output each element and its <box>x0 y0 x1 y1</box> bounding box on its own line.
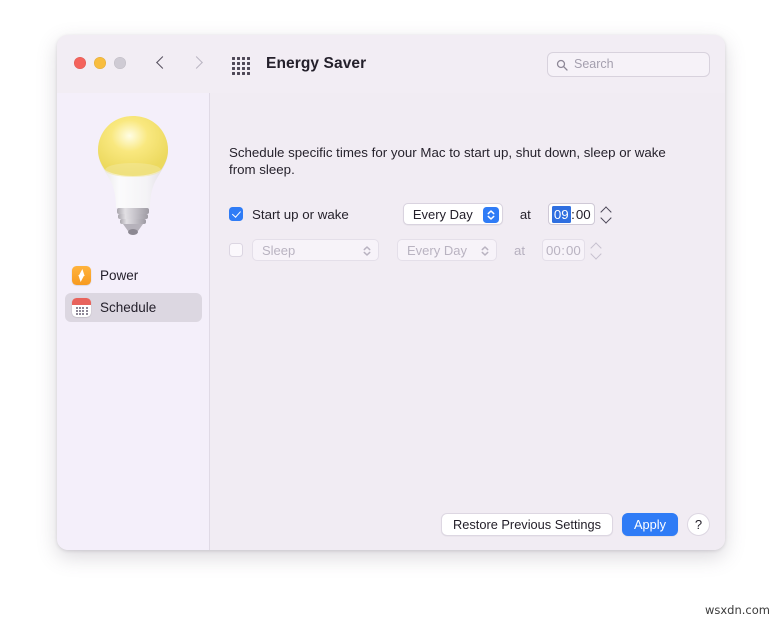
sidebar-item-label: Power <box>100 268 139 283</box>
power-bolt-icon <box>72 266 91 285</box>
footer-buttons: Restore Previous Settings Apply ? <box>441 513 710 536</box>
startup-time-stepper[interactable] <box>600 203 613 225</box>
sleep-day-value: Every Day <box>407 242 467 258</box>
search-field[interactable]: Search <box>547 52 710 77</box>
search-placeholder: Search <box>574 57 614 71</box>
grid-icon[interactable] <box>232 57 250 75</box>
startup-time-minutes[interactable]: 00 <box>575 207 591 222</box>
sleep-time-hours[interactable]: 00 <box>546 243 561 258</box>
schedule-row-startup: Start up or wake Every Day at 09: 00 <box>229 201 613 227</box>
sleep-at-label: at <box>514 242 525 258</box>
sidebar-list: Power Schedule <box>65 261 202 325</box>
navigation-arrows <box>153 52 207 74</box>
sidebar-item-schedule[interactable]: Schedule <box>65 293 202 322</box>
sleep-action-select[interactable]: Sleep <box>252 239 379 261</box>
startup-day-select[interactable]: Every Day <box>402 203 503 225</box>
startup-row-label: Start up or wake <box>252 206 349 222</box>
minimize-button[interactable] <box>94 57 106 69</box>
close-button[interactable] <box>74 57 86 69</box>
chevron-updown-icon <box>477 243 493 259</box>
sidebar-item-label: Schedule <box>100 300 157 315</box>
screenshot-root: Energy Saver Search Power Schedule Sched… <box>0 0 780 622</box>
startup-time-hours[interactable]: 09 <box>551 205 571 223</box>
schedule-row-sleep: Sleep Every Day at 00: 00 <box>229 237 603 263</box>
content-pane: Schedule specific times for your Mac to … <box>211 93 725 550</box>
energy-saver-window: Energy Saver Search Power Schedule Sched… <box>57 35 725 550</box>
window-titlebar: Energy Saver Search <box>57 35 725 93</box>
restore-previous-settings-button[interactable]: Restore Previous Settings <box>441 513 613 536</box>
sleep-day-select[interactable]: Every Day <box>397 239 497 261</box>
apply-button[interactable]: Apply <box>621 513 678 536</box>
sidebar: Power Schedule <box>57 93 210 550</box>
lightbulb-icon <box>98 116 168 235</box>
back-chevron-icon[interactable] <box>153 52 171 74</box>
zoom-button[interactable] <box>114 57 126 69</box>
sidebar-item-power[interactable]: Power <box>65 261 202 290</box>
startup-time-field[interactable]: 09 : 00 <box>547 203 596 225</box>
watermark: wsxdn.com <box>704 603 770 617</box>
search-icon <box>556 59 568 71</box>
sleep-time-field[interactable]: 00 : 00 <box>542 239 586 261</box>
window-body: Power Schedule Schedule specific times f… <box>57 93 725 550</box>
startup-day-value: Every Day <box>412 206 473 222</box>
schedule-description: Schedule specific times for your Mac to … <box>229 145 666 177</box>
sleep-time-minutes[interactable]: 00 <box>566 243 582 258</box>
forward-chevron-icon[interactable] <box>189 52 207 74</box>
traffic-light-group <box>74 57 126 69</box>
chevron-updown-icon <box>359 243 375 259</box>
sleep-time-stepper[interactable] <box>590 239 603 261</box>
startup-at-label: at <box>519 206 531 222</box>
sleep-checkbox[interactable] <box>229 243 243 257</box>
page-title: Energy Saver <box>266 55 367 72</box>
chevron-updown-icon <box>482 207 499 223</box>
calendar-icon <box>72 298 91 317</box>
sleep-action-value: Sleep <box>262 242 296 258</box>
startup-checkbox[interactable] <box>229 207 243 221</box>
help-button[interactable]: ? <box>687 513 710 536</box>
